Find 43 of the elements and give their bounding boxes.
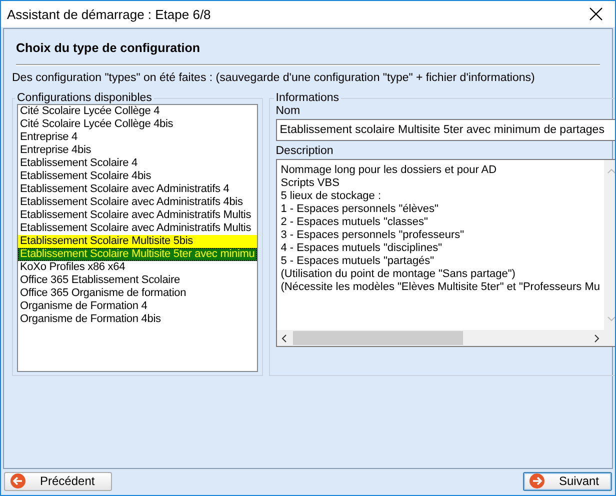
description-line: (Nécessite les modèles "Elèves Multisite 5ter" et "Professeurs Mu bbox=[280, 281, 600, 294]
list-item[interactable]: Etablissement Scolaire Multisite 5bis bbox=[18, 235, 257, 248]
close-icon[interactable] bbox=[589, 7, 603, 21]
horizontal-scrollbar[interactable] bbox=[276, 330, 615, 346]
list-item[interactable]: Etablissement Scolaire 4bis bbox=[18, 170, 257, 183]
scroll-left-icon[interactable] bbox=[280, 334, 287, 342]
scrollbar-thumb[interactable] bbox=[292, 331, 463, 345]
field-label: Nom bbox=[276, 105, 302, 117]
list-item[interactable]: Etablissement Scolaire avec Administratifs Multis bbox=[18, 222, 257, 235]
description-field[interactable] bbox=[276, 159, 615, 347]
description-line: 2 - Espaces mutuels "classes" bbox=[280, 216, 429, 229]
list-item[interactable]: Cité Scolaire Lycée Collège 4bis bbox=[18, 118, 257, 131]
list-item[interactable]: Entreprise 4 bbox=[18, 131, 257, 144]
description-line: 5 lieux de stockage : bbox=[280, 190, 382, 203]
description-line: (Utilisation du point de montage "Sans partage") bbox=[280, 268, 516, 281]
description-line: Nommage long pour les dossiers et pour AD bbox=[280, 164, 498, 177]
list-item[interactable]: Organisme de Formation 4bis bbox=[18, 313, 257, 326]
list-item[interactable]: Entreprise 4bis bbox=[18, 144, 257, 157]
list-item[interactable]: Organisme de Formation 4 bbox=[18, 300, 257, 313]
list-item[interactable]: Etablissement Scolaire avec Administratifs 4 bbox=[18, 183, 257, 196]
section-heading: Choix du type de configuration bbox=[15, 40, 202, 55]
list-item[interactable]: Etablissement Scolaire Multisite 5ter avec minimu bbox=[18, 248, 257, 261]
scroll-right-icon[interactable] bbox=[594, 334, 600, 342]
list-item[interactable]: Etablissement Scolaire avec Administratifs Multis bbox=[18, 209, 257, 222]
field-label: Description bbox=[276, 145, 334, 157]
description-line: 3 - Espaces personnels "professeurs" bbox=[280, 229, 466, 242]
list-item[interactable]: Office 365 Organisme de formation bbox=[18, 287, 257, 300]
window-title: Assistant de démarrage : Etape 6/8 bbox=[7, 6, 211, 22]
description-line: 1 - Espaces personnels "élèves" bbox=[280, 203, 440, 216]
description-line: 5 - Espaces mutuels "partagés" bbox=[280, 255, 436, 268]
list-item[interactable]: Office 365 Etablissement Scolaire bbox=[18, 274, 257, 287]
group-label: Configurations disponibles bbox=[16, 92, 153, 104]
intro-text: Des configuration "types" on été faites : (sauvegarde d'une configuration "type" + fichier d'informations) bbox=[12, 72, 536, 84]
name-field[interactable]: Etablissement scolaire Multisite 5ter avec minimum de partages bbox=[276, 119, 615, 141]
list-item[interactable]: Etablissement Scolaire avec Administratifs 4bis bbox=[18, 196, 257, 209]
next-button[interactable]: Suivant bbox=[522, 472, 612, 490]
list-item[interactable]: Cité Scolaire Lycée Collège 4 bbox=[18, 105, 257, 118]
list-item[interactable]: KoXo Profiles x86 x64 bbox=[18, 261, 257, 274]
description-line: Scripts VBS bbox=[280, 177, 340, 190]
group-label: Informations bbox=[274, 92, 340, 104]
previous-button[interactable]: Précédent bbox=[4, 472, 112, 490]
description-line: 4 - Espaces mutuels "disciplines" bbox=[280, 242, 444, 255]
list-item[interactable]: Etablissement Scolaire 4 bbox=[18, 157, 257, 170]
